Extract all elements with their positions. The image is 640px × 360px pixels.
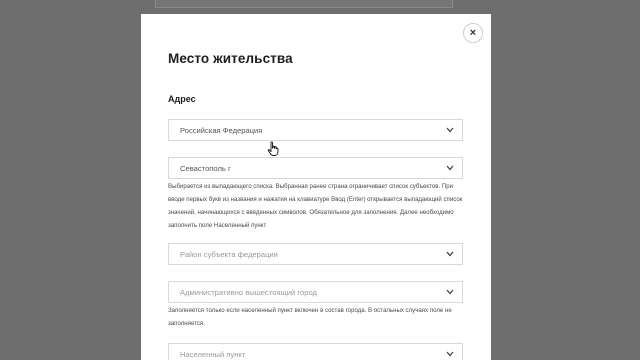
- backdrop-input: [155, 0, 453, 8]
- locality-select[interactable]: Населенный пункт: [168, 343, 463, 360]
- country-select[interactable]: Российская Федерация: [168, 119, 463, 141]
- chevron-down-icon: [446, 251, 454, 257]
- close-icon: ×: [469, 27, 477, 39]
- subject-select[interactable]: Севастополь г: [168, 157, 463, 179]
- section-title-address: Адрес: [168, 94, 196, 104]
- admin-city-help-text: Заполняется только если населенный пункт…: [168, 307, 452, 327]
- chevron-down-icon: [446, 289, 454, 295]
- district-select[interactable]: Район субъекта федерации: [168, 243, 463, 265]
- hand-cursor-icon: [267, 141, 279, 156]
- chevron-down-icon: [446, 127, 454, 133]
- locality-placeholder: Населенный пункт: [180, 350, 246, 359]
- subject-help-text: Выбирается из выпадающего списка. Выбран…: [168, 183, 463, 229]
- modal-title: Место жительства: [168, 51, 293, 66]
- country-value: Российская Федерация: [180, 126, 263, 135]
- chevron-down-icon: [446, 165, 454, 171]
- residence-modal: × Место жительства Адрес Российская Феде…: [141, 14, 491, 360]
- admin-city-select[interactable]: Административно вышестоящий город: [168, 281, 463, 303]
- subject-value: Севастополь г: [180, 164, 231, 173]
- close-button[interactable]: ×: [463, 23, 483, 43]
- admin-city-placeholder: Административно вышестоящий город: [180, 288, 317, 297]
- chevron-down-icon: [446, 351, 454, 357]
- district-placeholder: Район субъекта федерации: [180, 250, 278, 259]
